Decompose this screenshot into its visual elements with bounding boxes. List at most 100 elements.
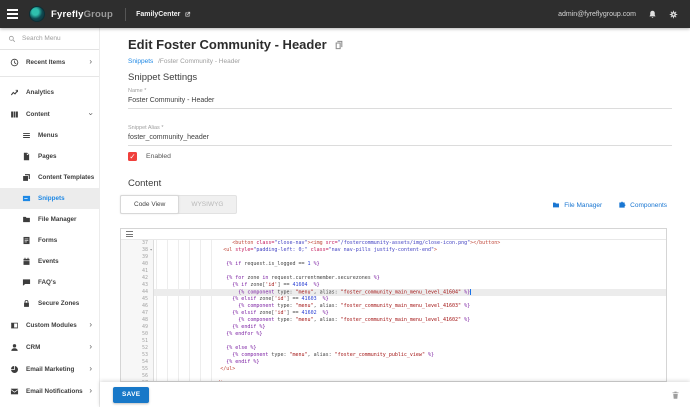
line-number: 45 <box>141 296 148 302</box>
editor-code-area[interactable]: <button class="close-nav"><img src="/fos… <box>154 240 666 381</box>
sidebar-item-label: Recent Items <box>26 58 66 66</box>
fyrefly-logo-icon <box>29 6 45 22</box>
file-manager-link[interactable]: File Manager <box>552 201 602 209</box>
sidebar-divider <box>0 76 99 77</box>
editor-menu-icon[interactable] <box>126 231 133 237</box>
alias-field[interactable]: Snippet Alias * foster_community_header <box>128 125 672 146</box>
sidebar-item-faq-s[interactable]: FAQ's <box>0 272 99 293</box>
chevron-right-icon: › <box>89 57 92 66</box>
sidebar-item-recent-items[interactable]: Recent Items › <box>0 50 99 74</box>
sidebar-item-label: Forms <box>38 237 58 244</box>
code-line-50[interactable]: {% endfor %} <box>154 331 666 338</box>
line-number: 49 <box>141 324 148 330</box>
sidebar-item-settings[interactable]: Settings› <box>0 402 99 407</box>
alias-field-value[interactable]: foster_community_header <box>128 134 672 146</box>
editor-gutter: 37 38 ▾ 39 40 41 42 43 44 45 46 47 48 49 50 51 52 53 54 55 5… <box>121 240 154 381</box>
sidebar-item-secure-zones[interactable]: Secure Zones <box>0 293 99 314</box>
sidebar-item-content-templates[interactable]: Content Templates <box>0 167 99 188</box>
line-number: 40 <box>141 261 148 267</box>
sidebar-item-label: Email Notifications <box>26 387 83 395</box>
sidebar-item-label: Custom Modules <box>26 321 77 329</box>
snippet-icon <box>22 194 31 203</box>
copy-icon[interactable] <box>334 40 344 50</box>
line-number: 39 <box>141 254 148 260</box>
footer-action-bar: SAVE <box>100 382 690 407</box>
sidebar-item-forms[interactable]: Forms <box>0 230 99 251</box>
sidebar-item-analytics[interactable]: Analytics <box>0 81 99 103</box>
sidebar-item-content[interactable]: Content › <box>0 103 99 125</box>
sidebar-item-events[interactable]: Events <box>0 251 99 272</box>
brand-secondary: Group <box>83 8 114 20</box>
sidebar-item-label: Pages <box>38 153 57 160</box>
sidebar-item-menus[interactable]: Menus <box>0 125 99 146</box>
sidebar-item-label: Analytics <box>26 88 54 96</box>
text-cursor <box>470 289 472 295</box>
columns-icon <box>10 110 19 119</box>
search-icon <box>8 35 16 42</box>
chevron-right-icon: › <box>89 342 92 351</box>
site-link-familycenter[interactable]: FamilyCenter <box>136 11 191 18</box>
sidebar-item-email-marketing[interactable]: Email Marketing › <box>0 358 99 380</box>
line-number: 50 <box>141 331 148 337</box>
notifications-bell-icon[interactable] <box>648 10 657 19</box>
code-line-41[interactable] <box>154 268 666 275</box>
sidebar-item-pages[interactable]: Pages <box>0 146 99 167</box>
editor-toolbar <box>121 229 666 240</box>
components-link[interactable]: Components <box>618 201 667 209</box>
sidebar-item-email-notifications[interactable]: Email Notifications › <box>0 380 99 402</box>
code-line-47[interactable]: {% elsif zone['id'] == 41602 %} <box>154 310 666 317</box>
sidebar-search[interactable] <box>0 28 99 50</box>
code-fold-icon[interactable]: ▾ <box>150 247 153 254</box>
analytics-icon <box>10 88 19 97</box>
name-field-value[interactable]: Foster Community - Header <box>128 97 672 109</box>
code-line-55[interactable]: </ul> <box>154 366 666 373</box>
code-line-53[interactable]: {% component type: "menu", alias: "foste… <box>154 352 666 359</box>
trash-icon[interactable] <box>671 390 680 400</box>
chevron-right-icon: › <box>89 364 92 373</box>
sidebar-item-label: Secure Zones <box>38 300 80 307</box>
settings-gear-icon[interactable] <box>669 10 678 19</box>
line-number: 48 <box>141 317 148 323</box>
code-line-54[interactable]: {% endif %} <box>154 359 666 366</box>
chevron-right-icon: › <box>89 320 92 329</box>
line-number: 42 <box>141 275 148 281</box>
sidebar-item-label: Events <box>38 258 59 265</box>
code-line-56[interactable] <box>154 373 666 380</box>
code-line-45[interactable]: {% elsif zone['id'] == 41603 %} <box>154 296 666 303</box>
code-line-42[interactable]: {% for zone in request.currentmember.sec… <box>154 275 666 282</box>
name-field[interactable]: Name * Foster Community - Header <box>128 88 672 109</box>
code-line-39[interactable] <box>154 254 666 261</box>
breadcrumb-snippets-link[interactable]: Snippets <box>128 58 153 65</box>
sidebar-item-crm[interactable]: CRM › <box>0 336 99 358</box>
code-line-38[interactable]: <ul style="padding-left: 0;" class="nav … <box>154 247 666 254</box>
code-line-51[interactable] <box>154 338 666 345</box>
code-line-46[interactable]: {% component type: "menu", alias: "foste… <box>154 303 666 310</box>
code-line-48[interactable]: {% component type: "menu", alias: "foste… <box>154 317 666 324</box>
sidebar-item-label: FAQ's <box>38 279 56 286</box>
components-label: Components <box>630 201 667 209</box>
snippet-settings-heading: Snippet Settings <box>128 72 198 83</box>
enabled-checkbox[interactable]: ✓ <box>128 152 137 161</box>
file-manager-label: File Manager <box>564 201 603 209</box>
code-line-52[interactable]: {% else %} <box>154 345 666 352</box>
code-editor[interactable]: 37 38 ▾ 39 40 41 42 43 44 45 46 47 48 49 50 51 52 53 54 55 5… <box>120 228 667 382</box>
sidebar-item-file-manager[interactable]: File Manager <box>0 209 99 230</box>
hamburger-menu-icon[interactable] <box>0 9 26 19</box>
sidebar-item-custom-modules[interactable]: Custom Modules › <box>0 314 99 336</box>
layers-icon <box>22 173 31 182</box>
sidebar-item-label: Content Templates <box>38 174 95 181</box>
lock-icon <box>22 299 31 308</box>
line-number: 51 <box>141 338 148 344</box>
sidebar-item-snippets[interactable]: Snippets <box>0 188 99 209</box>
code-line-49[interactable]: {% endif %} <box>154 324 666 331</box>
tab-code-view[interactable]: Code View <box>120 195 180 214</box>
page-title: Edit Foster Community - Header <box>128 37 327 52</box>
line-number: 38 ▾ <box>141 247 153 254</box>
code-line-37[interactable]: <button class="close-nav"><img src="/fos… <box>154 240 666 247</box>
code-line-40[interactable]: {% if request.is_logged == 1 %} <box>154 261 666 268</box>
search-input[interactable] <box>22 35 92 42</box>
code-line-43[interactable]: {% if zone['id'] == 41604 %} <box>154 282 666 289</box>
save-button[interactable]: SAVE <box>113 386 150 403</box>
code-line-44[interactable]: {% component type: "menu", alias: "foste… <box>154 289 666 296</box>
tab-wysiwyg[interactable]: WYSIWYG <box>178 196 236 213</box>
